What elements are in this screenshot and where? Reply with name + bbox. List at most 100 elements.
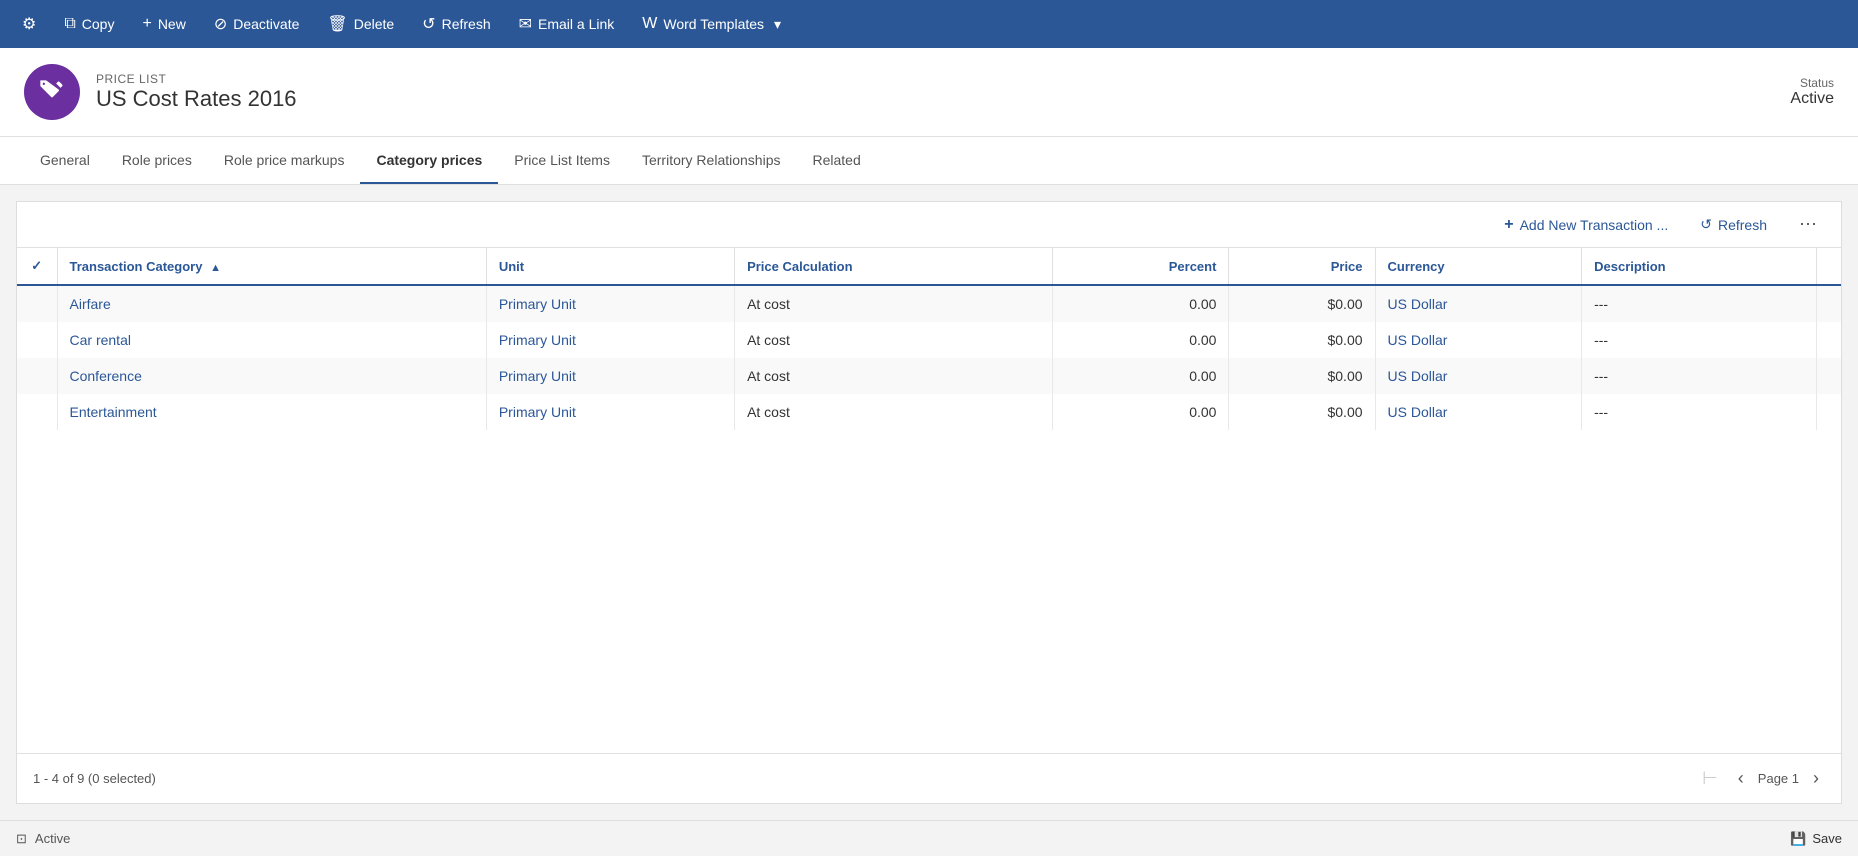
new-icon: + — [142, 15, 151, 33]
col-transaction-category[interactable]: Transaction Category ▲ — [57, 248, 486, 285]
cell-currency[interactable]: US Dollar — [1375, 394, 1582, 430]
col-currency: Currency — [1375, 248, 1582, 285]
delete-button[interactable]: 🗑 Delete — [313, 0, 408, 48]
cell-description: --- — [1582, 394, 1817, 430]
status-bar-value: Active — [35, 831, 70, 846]
cell-price: $0.00 — [1229, 322, 1375, 358]
data-table: ✓ Transaction Category ▲ Unit Price Calc… — [17, 248, 1841, 753]
cell-description: --- — [1582, 322, 1817, 358]
cell-price-calculation: At cost — [735, 285, 1052, 322]
tab-category-prices[interactable]: Category prices — [360, 137, 498, 184]
tab-role-price-markups[interactable]: Role price markups — [208, 137, 361, 184]
cell-transaction-category[interactable]: Airfare — [57, 285, 486, 322]
status-value: Active — [1790, 90, 1834, 108]
new-button[interactable]: + New — [128, 0, 199, 48]
settings-button[interactable]: ⚙ — [8, 0, 50, 48]
col-price: Price — [1229, 248, 1375, 285]
row-checkbox[interactable] — [17, 358, 57, 394]
cell-transaction-category[interactable]: Entertainment — [57, 394, 486, 430]
cell-price-calculation: At cost — [735, 322, 1052, 358]
page-label: Page 1 — [1758, 771, 1799, 786]
cell-spacer — [1817, 322, 1842, 358]
word-templates-button[interactable]: W Word Templates ▾ — [628, 0, 795, 48]
status-left: ⊡ Active — [16, 831, 70, 847]
col-price-calculation: Price Calculation — [735, 248, 1052, 285]
cell-currency[interactable]: US Dollar — [1375, 322, 1582, 358]
table-body: Airfare Primary Unit At cost 0.00 $0.00 … — [17, 285, 1841, 430]
tab-territory-relationships[interactable]: Territory Relationships — [626, 137, 797, 184]
content-area: + Add New Transaction ... ↺ Refresh ⋯ ✓ — [0, 185, 1858, 820]
table-row[interactable]: Entertainment Primary Unit At cost 0.00 … — [17, 394, 1841, 430]
cell-transaction-category[interactable]: Car rental — [57, 322, 486, 358]
email-link-button[interactable]: ✉ Email a Link — [505, 0, 629, 48]
cell-description: --- — [1582, 358, 1817, 394]
grid-toolbar: + Add New Transaction ... ↺ Refresh ⋯ — [17, 202, 1841, 248]
save-icon: 💾 — [1790, 831, 1806, 847]
pagination-controls: ⊢ ‹ Page 1 › — [1696, 764, 1825, 793]
add-new-transaction-button[interactable]: + Add New Transaction ... — [1496, 212, 1676, 238]
cell-price: $0.00 — [1229, 285, 1375, 322]
cell-currency[interactable]: US Dollar — [1375, 358, 1582, 394]
cell-spacer — [1817, 285, 1842, 322]
cell-unit[interactable]: Primary Unit — [486, 285, 734, 322]
cell-percent: 0.00 — [1052, 322, 1229, 358]
cell-unit[interactable]: Primary Unit — [486, 322, 734, 358]
record-title: US Cost Rates 2016 — [96, 86, 1790, 112]
grid-refresh-button[interactable]: ↺ Refresh — [1692, 212, 1775, 237]
table-header: ✓ Transaction Category ▲ Unit Price Calc… — [17, 248, 1841, 285]
tab-price-list-items[interactable]: Price List Items — [498, 137, 626, 184]
row-checkbox[interactable] — [17, 394, 57, 430]
main-toolbar: ⚙ ⧉ Copy + New ⊘ Deactivate 🗑 Delete ↺ R… — [0, 0, 1858, 48]
col-actions — [1817, 248, 1842, 285]
email-icon: ✉ — [519, 14, 532, 34]
entity-label: PRICE LIST — [96, 72, 1790, 86]
header-text-area: PRICE LIST US Cost Rates 2016 — [96, 72, 1790, 112]
tab-general[interactable]: General — [24, 137, 106, 184]
col-percent: Percent — [1052, 248, 1229, 285]
grid-container: + Add New Transaction ... ↺ Refresh ⋯ ✓ — [16, 201, 1842, 804]
pagination-summary: 1 - 4 of 9 (0 selected) — [33, 771, 156, 786]
cell-currency[interactable]: US Dollar — [1375, 285, 1582, 322]
grid-more-button[interactable]: ⋯ — [1791, 210, 1825, 239]
cell-description: --- — [1582, 285, 1817, 322]
copy-icon: ⧉ — [64, 15, 75, 33]
delete-icon: 🗑 — [327, 14, 347, 34]
prev-page-button[interactable]: ‹ — [1732, 764, 1750, 793]
cell-percent: 0.00 — [1052, 285, 1229, 322]
category-prices-table: ✓ Transaction Category ▲ Unit Price Calc… — [17, 248, 1841, 430]
status-bar: ⊡ Active 💾 Save — [0, 820, 1858, 856]
cell-price-calculation: At cost — [735, 358, 1052, 394]
row-checkbox[interactable] — [17, 285, 57, 322]
col-description: Description — [1582, 248, 1817, 285]
next-page-button[interactable]: › — [1807, 764, 1825, 793]
table-row[interactable]: Car rental Primary Unit At cost 0.00 $0.… — [17, 322, 1841, 358]
tab-role-prices[interactable]: Role prices — [106, 137, 208, 184]
row-checkbox[interactable] — [17, 322, 57, 358]
avatar — [24, 64, 80, 120]
checkmark-icon: ✓ — [31, 258, 42, 273]
deactivate-button[interactable]: ⊘ Deactivate — [200, 0, 314, 48]
cell-transaction-category[interactable]: Conference — [57, 358, 486, 394]
cell-unit[interactable]: Primary Unit — [486, 394, 734, 430]
settings-icon: ⚙ — [22, 14, 36, 34]
save-button[interactable]: 💾 Save — [1790, 831, 1842, 847]
dropdown-arrow-icon: ▾ — [774, 16, 781, 33]
first-page-button[interactable]: ⊢ — [1696, 764, 1724, 793]
deactivate-icon: ⊘ — [214, 14, 227, 34]
tab-related[interactable]: Related — [796, 137, 876, 184]
refresh-icon: ↺ — [422, 14, 435, 34]
cell-percent: 0.00 — [1052, 358, 1229, 394]
refresh-button[interactable]: ↺ Refresh — [408, 0, 504, 48]
add-icon: + — [1504, 216, 1513, 234]
cell-price: $0.00 — [1229, 394, 1375, 430]
tabs-bar: General Role prices Role price markups C… — [0, 137, 1858, 185]
cell-percent: 0.00 — [1052, 394, 1229, 430]
copy-button[interactable]: ⧉ Copy — [50, 0, 128, 48]
select-all-header[interactable]: ✓ — [17, 248, 57, 285]
col-unit: Unit — [486, 248, 734, 285]
cell-price-calculation: At cost — [735, 394, 1052, 430]
grid-refresh-icon: ↺ — [1700, 216, 1712, 233]
table-row[interactable]: Conference Primary Unit At cost 0.00 $0.… — [17, 358, 1841, 394]
table-row[interactable]: Airfare Primary Unit At cost 0.00 $0.00 … — [17, 285, 1841, 322]
cell-unit[interactable]: Primary Unit — [486, 358, 734, 394]
